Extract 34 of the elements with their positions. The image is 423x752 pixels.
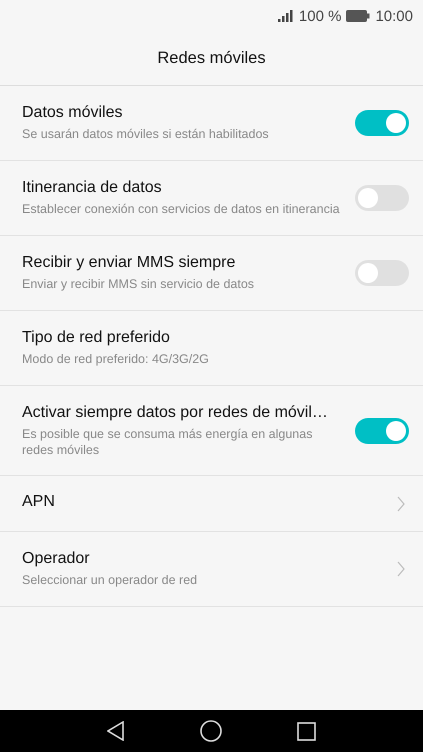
item-subtitle: Seleccionar un operador de red: [22, 572, 198, 588]
settings-item[interactable]: Tipo de red preferido Modo de red preferido: 4G/3G/2G: [0, 311, 423, 386]
item-subtitle: Se usarán datos móviles si están habilitados: [22, 126, 270, 142]
home-icon[interactable]: [200, 720, 222, 742]
item-title: Activar siempre datos por redes de móvil…: [22, 404, 329, 422]
settings-item[interactable]: Activar siempre datos por redes de móvil… Es posible que se consuma más energía en algunas redes móviles: [0, 386, 423, 476]
clock: 10:00: [375, 8, 413, 24]
item-subtitle: Modo de red preferido: 4G/3G/2G: [22, 351, 210, 367]
settings-item[interactable]: Recibir y enviar MMS siempre Enviar y recibir MMS sin servicio de datos: [0, 236, 423, 311]
chevron-right-icon: [397, 561, 405, 577]
item-title: Operador: [22, 550, 91, 568]
settings-item[interactable]: APN: [0, 476, 423, 532]
item-subtitle: Es posible que se consuma más energía en algunas redes móviles: [22, 426, 314, 458]
toggle-switch[interactable]: [355, 260, 409, 286]
recents-icon[interactable]: [297, 722, 316, 740]
settings-item[interactable]: Itinerancia de datos Establecer conexión con servicios de datos en itinerancia: [0, 161, 423, 236]
item-title: Tipo de red preferido: [22, 329, 171, 347]
toggle-switch[interactable]: [355, 110, 409, 136]
battery-icon: [346, 10, 370, 22]
item-subtitle: Enviar y recibir MMS sin servicio de datos: [22, 276, 256, 292]
item-title: Datos móviles: [22, 104, 124, 122]
settings-item[interactable]: Datos móviles Se usarán datos móviles si están habilitados: [0, 86, 423, 161]
chevron-right-icon: [397, 496, 405, 512]
item-title: APN: [22, 492, 56, 510]
toggle-switch[interactable]: [355, 185, 409, 211]
signal-icon: [278, 10, 293, 22]
settings-item[interactable]: Operador Seleccionar un operador de red: [0, 532, 423, 607]
item-title: Itinerancia de datos: [22, 179, 163, 197]
screen-title: Redes móviles: [157, 49, 266, 68]
toggle-switch[interactable]: [355, 418, 409, 444]
item-title: Recibir y enviar MMS siempre: [22, 254, 236, 272]
item-subtitle: Establecer conexión con servicios de datos en itinerancia: [22, 201, 341, 217]
back-icon[interactable]: [107, 721, 125, 741]
battery-percentage: 100 %: [298, 8, 342, 24]
